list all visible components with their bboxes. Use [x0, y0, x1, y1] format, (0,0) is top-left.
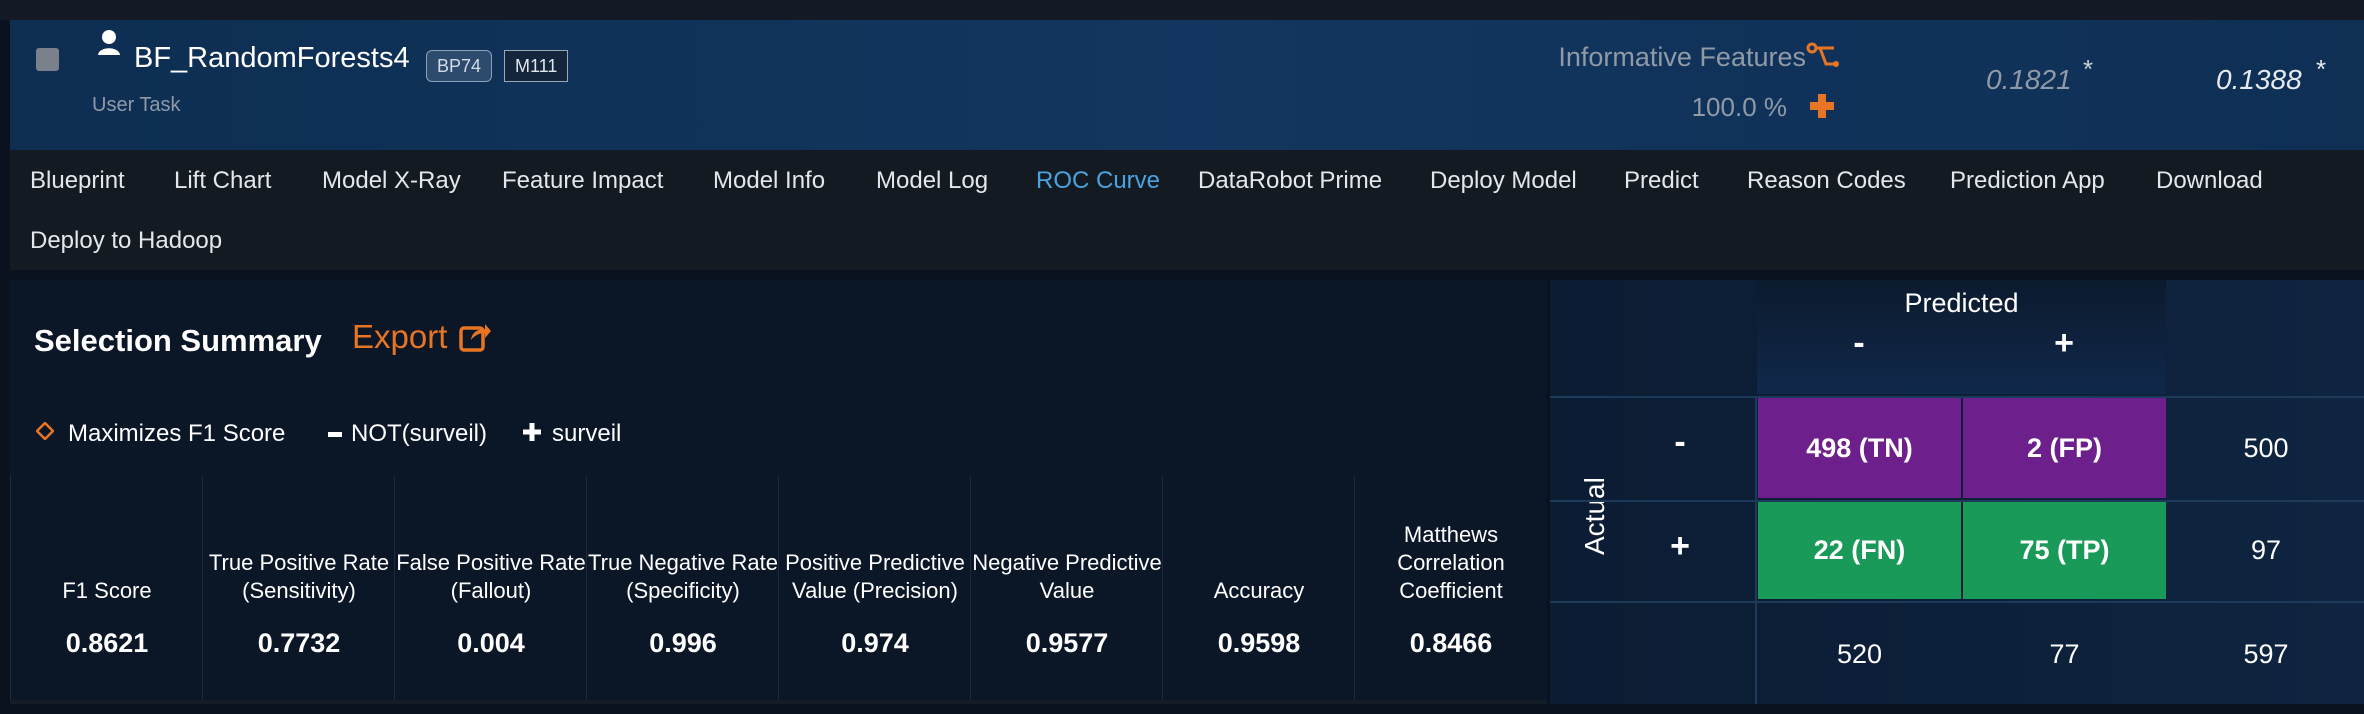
predicted-negative-sign: -	[1853, 324, 1865, 362]
maximizes-label: Maximizes F1 Score	[68, 420, 286, 447]
metric-true-positive-rate: True Positive Rate (Sensitivity) 0.7732	[202, 475, 395, 704]
metric-label: F1 Score	[62, 578, 152, 603]
model-id-badge: M111	[504, 50, 569, 82]
row-total-negative: 500	[2243, 432, 2289, 463]
validation-score: 0.1821	[1986, 64, 2072, 95]
top-strip	[0, 0, 2364, 20]
metric-label: Positive Predictive Value (Precision)	[785, 550, 965, 603]
true-positive-cell[interactable]: 75 (TP)	[1963, 502, 2166, 599]
tab-prediction-app[interactable]: Prediction App	[1950, 167, 2105, 195]
model-select-checkbox[interactable]	[36, 48, 59, 71]
sample-percent: 100.0 %	[1691, 92, 1787, 122]
predicted-label: Predicted	[1904, 288, 2019, 318]
actual-positive-sign: +	[1670, 527, 1690, 565]
tab-blueprint[interactable]: Blueprint	[30, 167, 125, 195]
metric-accuracy: Accuracy 0.9598	[1162, 475, 1355, 704]
tab-reason-codes[interactable]: Reason Codes	[1747, 167, 1906, 195]
minus-icon	[328, 432, 342, 437]
metric-label: Accuracy	[1213, 578, 1305, 603]
feature-list-icon[interactable]	[1806, 42, 1840, 72]
metric-value: 0.004	[457, 628, 525, 658]
metric-true-negative-rate: True Negative Rate (Specificity) 0.996	[586, 475, 779, 704]
column-total-positive: 77	[2049, 638, 2080, 669]
model-name[interactable]: BF_RandomForests4	[134, 42, 410, 75]
tab-datarobot-prime[interactable]: DataRobot Prime	[1198, 167, 1382, 195]
cross-validation-score: 0.1388	[2216, 64, 2302, 95]
metric-label: True Positive Rate (Sensitivity)	[208, 550, 390, 603]
cross-validation-score-mark: *	[2316, 54, 2327, 84]
user-icon	[98, 30, 120, 55]
positive-class-label: surveil	[552, 420, 622, 447]
plus-icon	[523, 423, 541, 441]
metric-value: 0.7732	[257, 628, 341, 658]
tab-roc-curve[interactable]: ROC Curve	[1036, 167, 1160, 195]
add-icon[interactable]	[1808, 92, 1836, 120]
metric-value: 0.9577	[1025, 628, 1109, 658]
grand-total: 597	[2243, 638, 2289, 669]
selection-summary-title: Selection Summary	[34, 323, 322, 358]
metric-false-positive-rate: False Positive Rate (Fallout) 0.004	[394, 475, 587, 704]
validation-score-mark: *	[2083, 54, 2094, 84]
export-icon[interactable]	[458, 320, 492, 352]
tab-feature-impact[interactable]: Feature Impact	[502, 167, 663, 195]
false-positive-cell[interactable]: 2 (FP)	[1963, 398, 2166, 498]
actual-label: Actual	[1579, 477, 1610, 555]
column-total-negative: 520	[1836, 638, 1883, 669]
threshold-diamond-icon	[36, 422, 54, 440]
negative-class-label: NOT(surveil)	[351, 420, 487, 447]
metric-value: 0.974	[841, 628, 909, 658]
tab-model-log[interactable]: Model Log	[876, 167, 988, 195]
metric-negative-predictive-value: Negative Predictive Value 0.9577	[970, 475, 1163, 704]
export-button[interactable]: Export	[352, 318, 447, 356]
tab-download[interactable]: Download	[2156, 167, 2263, 195]
panel-divider	[10, 700, 1547, 704]
actual-negative-sign: -	[1674, 423, 1686, 461]
metric-matthews-correlation: Matthews Correlation Coefficient 0.8466	[1354, 475, 1547, 704]
tab-model-x-ray[interactable]: Model X-Ray	[322, 167, 461, 195]
tab-model-info[interactable]: Model Info	[713, 167, 825, 195]
informative-features-label: Informative Features	[1558, 42, 1806, 72]
metric-value: 0.996	[649, 628, 717, 658]
metric-value: 0.8466	[1409, 628, 1493, 658]
false-negative-cell[interactable]: 22 (FN)	[1758, 502, 1961, 599]
model-tab-bar: Blueprint Lift Chart Model X-Ray Feature…	[10, 150, 2364, 270]
grid-line	[1755, 396, 1757, 704]
tab-lift-chart[interactable]: Lift Chart	[174, 167, 271, 195]
true-negative-cell[interactable]: 498 (TN)	[1758, 398, 1961, 498]
metric-label: Negative Predictive Value	[972, 550, 1162, 603]
tab-deploy-model[interactable]: Deploy Model	[1430, 167, 1577, 195]
predicted-positive-sign: +	[2054, 324, 2074, 362]
row-total-positive: 97	[2250, 535, 2282, 565]
tab-deploy-to-hadoop[interactable]: Deploy to Hadoop	[30, 227, 222, 255]
metric-label: False Positive Rate (Fallout)	[396, 550, 586, 603]
metric-value: 0.9598	[1217, 628, 1301, 658]
tab-predict[interactable]: Predict	[1624, 167, 1699, 195]
model-subtitle: User Task	[92, 94, 181, 116]
metric-value: 0.8621	[65, 628, 149, 658]
grid-line	[1550, 601, 2364, 603]
blueprint-badge: BP74	[426, 50, 493, 82]
metric-positive-predictive-value: Positive Predictive Value (Precision) 0.…	[778, 475, 971, 704]
metric-label: Matthews Correlation Coefficient	[1397, 522, 1505, 603]
metric-label: True Negative Rate (Specificity)	[588, 550, 778, 603]
metric-f1-score: F1 Score 0.8621	[10, 475, 203, 704]
